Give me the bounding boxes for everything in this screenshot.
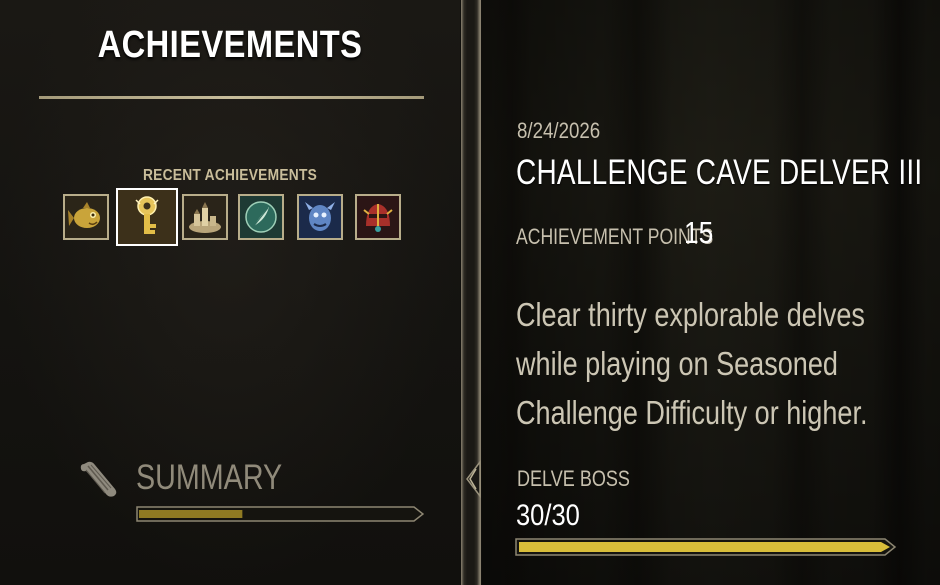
recent-achievement-badge[interactable] <box>63 194 109 240</box>
golden-fish-icon <box>65 196 107 238</box>
achievement-points-value: 15 <box>684 215 714 250</box>
achievement-description: Clear thirty explorable delves while pla… <box>516 290 868 437</box>
title-divider <box>39 96 424 99</box>
description-line: Clear thirty explorable delves <box>516 296 865 333</box>
red-helm-icon <box>357 196 399 238</box>
quill-emblem-icon <box>240 196 282 238</box>
recent-achievement-badge-selected[interactable] <box>116 188 178 246</box>
recent-achievement-badge[interactable] <box>355 194 401 240</box>
criteria-progress-bar <box>515 538 897 556</box>
criteria-count: 30/30 <box>516 499 580 532</box>
achievements-panel: ACHIEVEMENTS RECENT ACHIEVEMENTS SUMMARY <box>0 0 460 585</box>
recent-achievement-badge[interactable] <box>297 194 343 240</box>
summary-progress-bar <box>136 506 424 522</box>
panel-title: ACHIEVEMENTS <box>97 24 363 66</box>
summary-label: SUMMARY <box>136 458 283 497</box>
scroll-icon <box>80 461 117 497</box>
golden-key-icon <box>118 190 176 244</box>
background-tree <box>872 0 927 585</box>
criteria-progress-fill <box>519 542 890 552</box>
description-line: Challenge Difficulty or higher. <box>516 394 868 431</box>
criteria-label: DELVE BOSS <box>517 466 630 491</box>
town-icon <box>184 196 226 238</box>
collapse-arrow-icon[interactable] <box>464 460 482 498</box>
recent-achievements-label: RECENT ACHIEVEMENTS <box>142 167 318 184</box>
description-line: while playing on Seasoned <box>516 345 838 382</box>
achievement-date: 8/24/2026 <box>517 118 601 143</box>
achievement-name: CHALLENGE CAVE DELVER III <box>516 153 923 192</box>
summary-progress-fill <box>139 510 243 518</box>
recent-achievement-badge[interactable] <box>182 194 228 240</box>
recent-achievement-badge[interactable] <box>238 194 284 240</box>
blue-creature-icon <box>299 196 341 238</box>
